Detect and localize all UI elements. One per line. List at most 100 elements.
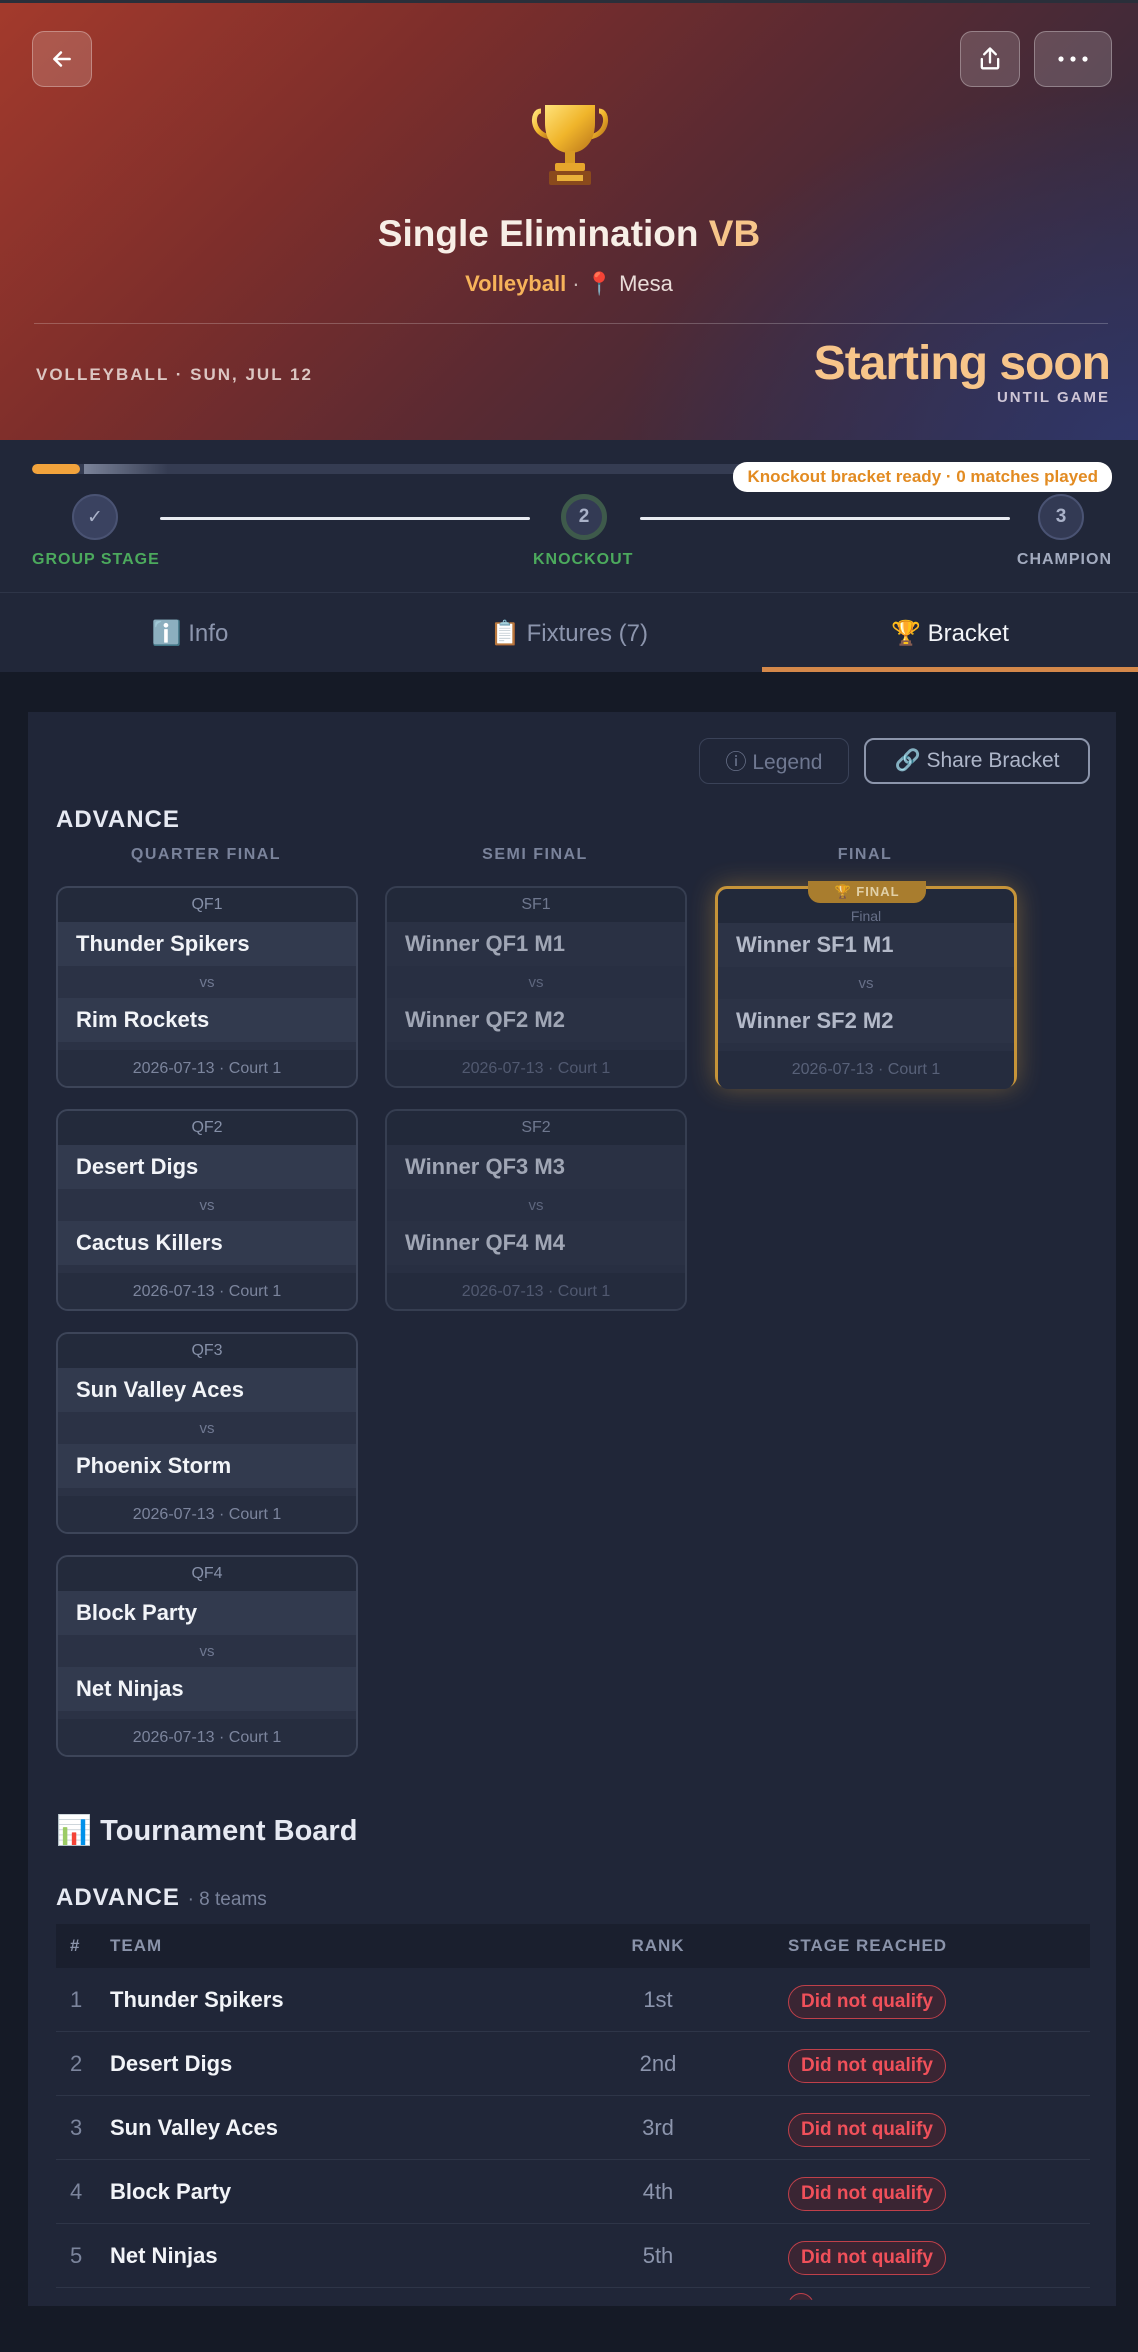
team-slot: Winner QF3 M3 — [387, 1145, 685, 1189]
round-header-semi: SEMI FINAL — [482, 846, 588, 863]
team-rank: 3rd — [642, 2115, 674, 2140]
match-code: QF1 — [58, 888, 356, 922]
team-slot: Thunder Spikers — [58, 922, 356, 966]
share-icon — [980, 47, 1000, 70]
team-name: Desert Digs — [110, 2051, 233, 2076]
step-label-group-stage: GROUP STAGE — [32, 551, 160, 568]
vs-label: vs — [858, 975, 874, 992]
progress-bar-shimmer — [84, 464, 168, 474]
standings-table: # TEAM RANK STAGE REACHED 1 Thunder Spik… — [56, 1924, 1090, 2352]
final-badge: 🏆 FINAL — [808, 881, 926, 903]
table-row[interactable]: 3 Sun Valley Aces 3rd Did not qualify — [56, 2096, 1090, 2160]
table-row[interactable]: 1 Thunder Spikers 1st Did not qualify — [56, 1968, 1090, 2032]
match-schedule: 2026-07-13 · Court 1 — [387, 1273, 685, 1309]
team-rank: 2nd — [639, 2051, 677, 2076]
team-slot: Winner QF1 M1 — [387, 922, 685, 966]
status-badge: Did not qualify — [788, 2113, 946, 2147]
row-number: 5 — [70, 2243, 83, 2268]
share-button[interactable] — [960, 31, 1020, 87]
match-code: QF4 — [58, 1557, 356, 1591]
more-horizontal-icon — [1058, 56, 1088, 62]
more-options-button[interactable] — [1034, 31, 1112, 87]
pin-icon: 📍 — [585, 271, 613, 296]
event-date: VOLLEYBALL · SUN, JUL 12 — [36, 365, 313, 384]
bracket-section-title: ADVANCE — [56, 806, 180, 833]
status-badge: Did not qualify — [788, 2177, 946, 2211]
table-header: # TEAM RANK STAGE REACHED — [56, 1924, 1090, 1968]
team-slot: Winner QF4 M4 — [387, 1221, 685, 1265]
board-group-header: ADVANCE · 8 teams — [56, 1884, 267, 1912]
vs-label: vs — [199, 1420, 215, 1437]
team-rank: 4th — [642, 2179, 674, 2204]
trophy-icon — [531, 105, 609, 185]
match-schedule: 2026-07-13 · Court 1 — [58, 1050, 356, 1086]
match-card-sf1[interactable]: SF1 Winner QF1 M1 vs Winner QF2 M2 2026-… — [385, 886, 687, 1088]
table-row[interactable]: 2 Desert Digs 2nd Did not qualify — [56, 2032, 1090, 2096]
match-card-qf2[interactable]: QF2 Desert Digs vs Cactus Killers 2026-0… — [56, 1109, 358, 1311]
tournament-hero: Single Elimination VB Volleyball · 📍 Mesa … — [0, 0, 1138, 440]
check-icon: ✓ — [87, 506, 103, 528]
board-team-count: · 8 teams — [187, 1889, 267, 1910]
round-header-quarter: QUARTER FINAL — [130, 846, 282, 863]
tab-info[interactable]: ℹ️ Info — [0, 593, 380, 673]
share-bracket-button[interactable]: 🔗 Share Bracket — [864, 738, 1090, 784]
stage-cell: Did not qualify — [788, 1968, 946, 2032]
step-champion: 3 — [1038, 494, 1084, 540]
row-number: 1 — [70, 1987, 83, 2012]
back-button[interactable] — [32, 31, 92, 87]
location-label: Mesa — [619, 271, 673, 296]
team-name: Block Party — [110, 2179, 232, 2204]
match-code: SF2 — [387, 1111, 685, 1145]
team-name: Thunder Spikers — [110, 1987, 284, 2012]
active-tab-indicator — [762, 667, 1138, 672]
team-rank: 1st — [643, 1987, 673, 2012]
status-badge: Did not qualify — [788, 2049, 946, 2083]
stage-cell: Did not qualify — [788, 2224, 946, 2288]
match-card-qf3[interactable]: QF3 Sun Valley Aces vs Phoenix Storm 202… — [56, 1332, 358, 1534]
column-header: TEAM — [110, 1936, 163, 1955]
table-row[interactable]: 5 Net Ninjas 5th Did not qualify — [56, 2224, 1090, 2288]
step-label-champion: CHAMPION — [1016, 551, 1112, 568]
round-header-final: FINAL — [837, 846, 893, 863]
bracket-panel: ⓘ Legend 🔗 Share Bracket ADVANCE QUARTER… — [28, 712, 1116, 2306]
match-card-final[interactable]: Final 🏆 FINAL Winner SF1 M1 vs Winner SF… — [715, 881, 1017, 1089]
match-card-sf2[interactable]: SF2 Winner QF3 M3 vs Winner QF4 M4 2026-… — [385, 1109, 687, 1311]
team-slot: Phoenix Storm — [58, 1444, 356, 1488]
table-row[interactable]: 4 Block Party 4th Did not qualify — [56, 2160, 1090, 2224]
match-schedule: 2026-07-13 · Court 1 — [58, 1496, 356, 1532]
row-number: 2 — [70, 2051, 83, 2076]
column-header: RANK — [631, 1936, 685, 1955]
step-group-stage: ✓ — [72, 494, 118, 540]
match-schedule: 2026-07-13 · Court 1 — [58, 1719, 356, 1755]
countdown-label: UNTIL GAME — [996, 389, 1110, 406]
vs-label: vs — [199, 974, 215, 991]
team-slot: Desert Digs — [58, 1145, 356, 1189]
match-code: QF2 — [58, 1111, 356, 1145]
table-row-partial — [56, 2288, 1090, 2352]
team-name: Sun Valley Aces — [110, 2115, 278, 2140]
match-card-qf4[interactable]: QF4 Block Party vs Net Ninjas 2026-07-13… — [56, 1555, 358, 1757]
match-code: QF3 — [58, 1334, 356, 1368]
tab-fixtures[interactable]: 📋 Fixtures (7) — [379, 593, 759, 673]
row-number: 3 — [70, 2115, 83, 2140]
arrow-left-icon — [53, 51, 71, 67]
tab-bar: ℹ️ Info 📋 Fixtures (7) 🏆 Bracket — [0, 592, 1138, 672]
vs-label: vs — [199, 1643, 215, 1660]
team-slot: Winner SF1 M1 — [718, 923, 1014, 967]
tab-bracket[interactable]: 🏆 Bracket — [760, 593, 1138, 673]
progress-status-badge: Knockout bracket ready · 0 matches playe… — [733, 462, 1112, 492]
stage-cell: Did not qualify — [788, 2160, 946, 2224]
tournament-title: Single Elimination VB — [377, 213, 761, 254]
legend-button[interactable]: ⓘ Legend — [699, 738, 849, 784]
stage-cell: Did not qualify — [788, 2096, 946, 2160]
vs-label: vs — [528, 974, 544, 991]
team-slot: Net Ninjas — [58, 1667, 356, 1711]
tournament-subtitle: Volleyball · 📍 Mesa — [465, 271, 673, 296]
match-card-qf1[interactable]: QF1 Thunder Spikers vs Rim Rockets 2026-… — [56, 886, 358, 1088]
match-code: SF1 — [387, 888, 685, 922]
step-connector — [640, 517, 1010, 520]
team-slot: Winner QF2 M2 — [387, 998, 685, 1042]
progress-bar-fill — [32, 464, 81, 474]
column-header: STAGE REACHED — [788, 1936, 948, 1955]
vs-label: vs — [528, 1197, 544, 1214]
